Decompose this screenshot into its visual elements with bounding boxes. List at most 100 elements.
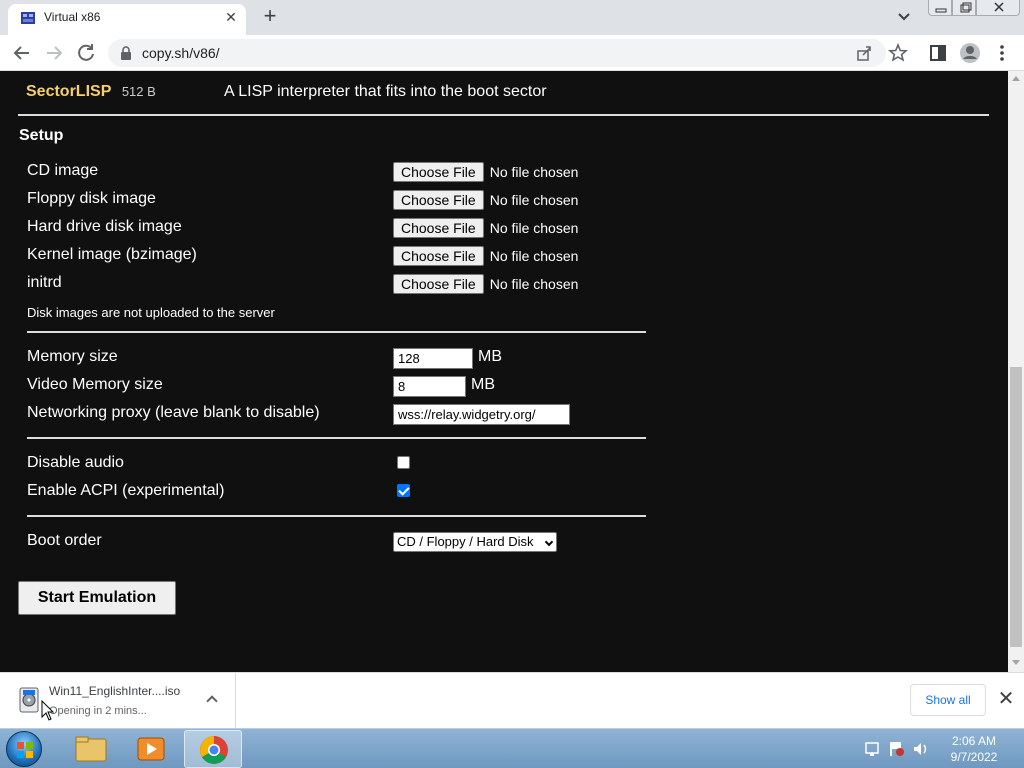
kernel-image-file-input[interactable]: Choose File No file chosen: [393, 246, 578, 266]
floppy-image-choose-button[interactable]: Choose File: [393, 190, 484, 210]
memory-size-input[interactable]: 128: [393, 348, 473, 369]
minimize-icon: [935, 8, 947, 13]
hard-drive-image-choose-button[interactable]: Choose File: [393, 218, 484, 238]
os-list-item-sectorlisp[interactable]: SectorLISP 512 B A LISP interpreter that…: [26, 83, 547, 101]
cd-image-label: CD image: [27, 162, 99, 179]
new-tab-button[interactable]: +: [258, 5, 282, 29]
boot-order-label: Boot order: [27, 532, 102, 549]
tab-title: Virtual x86: [44, 10, 101, 24]
window-restore-button[interactable]: [952, 0, 976, 16]
taskbar-media-player[interactable]: [122, 730, 180, 768]
scroll-thumb[interactable]: [1010, 367, 1022, 647]
divider: [27, 331, 646, 333]
lock-icon[interactable]: [120, 46, 132, 60]
tab-close-icon[interactable]: ✕: [222, 8, 240, 26]
enable-acpi-label: Enable ACPI (experimental): [27, 482, 225, 499]
upload-note: Disk images are not uploaded to the serv…: [27, 305, 275, 320]
setup-heading: Setup: [19, 127, 64, 144]
chevron-down-icon: [544, 537, 554, 547]
hard-drive-image-label: Hard drive disk image: [27, 218, 182, 235]
close-download-shelf-icon[interactable]: ✕: [996, 689, 1016, 709]
download-file-name: Win11_EnglishInter....iso: [49, 684, 181, 698]
scroll-up-arrow-icon[interactable]: [1012, 76, 1020, 81]
page-viewport: SectorLISP 512 B A LISP interpreter that…: [0, 71, 1008, 672]
windows-start-button[interactable]: [6, 731, 42, 767]
hard-drive-image-file-input[interactable]: Choose File No file chosen: [393, 218, 578, 238]
reload-icon[interactable]: [74, 41, 98, 65]
forward-arrow-icon[interactable]: [42, 41, 66, 65]
enable-acpi-checkbox[interactable]: [397, 484, 410, 497]
bookmark-star-icon[interactable]: [886, 41, 910, 65]
download-item[interactable]: Win11_EnglishInter....iso Opening in 2 m…: [0, 673, 236, 728]
window-close-button[interactable]: [976, 0, 1020, 16]
mouse-cursor-icon: [41, 700, 55, 721]
divider: [27, 437, 646, 439]
video-memory-label: Video Memory size: [27, 376, 163, 393]
restore-icon: [960, 2, 972, 13]
side-panel-icon[interactable]: [926, 41, 950, 65]
share-icon[interactable]: [856, 45, 872, 61]
flag-alert-icon: [890, 742, 904, 756]
chevron-up-icon[interactable]: [206, 695, 218, 707]
floppy-image-file-input[interactable]: Choose File No file chosen: [393, 190, 578, 210]
download-shelf: Win11_EnglishInter....iso Opening in 2 m…: [0, 672, 1024, 728]
os-name[interactable]: SectorLISP: [26, 83, 111, 100]
chrome-icon: [200, 736, 228, 764]
window-minimize-button[interactable]: [928, 0, 952, 16]
tab-strip: Virtual x86 ✕ +: [0, 0, 1024, 35]
initrd-file-input[interactable]: Choose File No file chosen: [393, 274, 578, 294]
boot-order-select[interactable]: CD / Floppy / Hard Disk: [393, 532, 557, 552]
floppy-image-status: No file chosen: [489, 192, 579, 208]
memory-size-unit: MB: [478, 348, 502, 365]
kernel-image-label: Kernel image (bzimage): [27, 246, 197, 263]
os-description: A LISP interpreter that fits into the bo…: [224, 83, 547, 100]
os-size: 512 B: [121, 84, 156, 99]
networking-proxy-label: Networking proxy (leave blank to disable…: [27, 404, 320, 421]
back-arrow-icon[interactable]: [10, 41, 34, 65]
windows-taskbar: 2:06 AM 9/7/2022: [0, 728, 1024, 768]
boot-order-value: CD / Floppy / Hard Disk: [397, 534, 534, 549]
clock-date: 9/7/2022: [950, 750, 998, 764]
cd-image-file-input[interactable]: Choose File No file chosen: [393, 162, 578, 182]
memory-size-label: Memory size: [27, 348, 118, 365]
media-player-icon: [137, 737, 165, 761]
taskbar-chrome[interactable]: [184, 730, 242, 768]
divider: [27, 515, 646, 517]
tray-icons: [865, 742, 927, 756]
initrd-label: initrd: [27, 274, 62, 291]
kernel-image-choose-button[interactable]: Choose File: [393, 246, 484, 266]
start-emulation-button[interactable]: Start Emulation: [18, 581, 176, 615]
hard-drive-image-status: No file chosen: [489, 220, 579, 236]
url-text[interactable]: copy.sh/v86/: [142, 45, 220, 61]
folder-icon: [75, 736, 107, 762]
disable-audio-checkbox[interactable]: [397, 456, 410, 469]
scroll-down-arrow-icon[interactable]: [1012, 660, 1020, 665]
initrd-choose-button[interactable]: Choose File: [393, 274, 484, 294]
network-icon: [865, 742, 879, 756]
tab-search-chevron-icon[interactable]: [894, 8, 914, 26]
page-scrollbar[interactable]: [1008, 71, 1024, 672]
show-all-downloads-button[interactable]: Show all: [910, 684, 986, 716]
browser-menu-icon[interactable]: [990, 41, 1014, 65]
profile-avatar-icon[interactable]: [958, 41, 982, 65]
address-bar[interactable]: copy.sh/v86/: [108, 39, 886, 67]
clock-time: 2:06 AM: [951, 734, 997, 748]
cd-image-status: No file chosen: [489, 164, 579, 180]
disable-audio-label: Disable audio: [27, 454, 124, 471]
kernel-image-status: No file chosen: [489, 248, 579, 264]
os-name-clipped: [26, 71, 30, 76]
taskbar-clock[interactable]: 2:06 AM 9/7/2022: [944, 733, 1004, 765]
floppy-image-label: Floppy disk image: [27, 190, 156, 207]
networking-proxy-input[interactable]: wss://relay.widgetry.org/: [393, 404, 570, 425]
taskbar-explorer[interactable]: [62, 730, 120, 768]
initrd-status: No file chosen: [489, 276, 579, 292]
iso-file-icon: [19, 687, 39, 713]
tab-virtual-x86[interactable]: Virtual x86 ✕: [8, 4, 246, 35]
cd-image-choose-button[interactable]: Choose File: [393, 162, 484, 182]
video-memory-input[interactable]: 8: [393, 376, 466, 397]
download-status: Opening in 2 mins...: [49, 705, 147, 717]
windows-logo-icon: [17, 742, 33, 758]
browser-toolbar: copy.sh/v86/: [0, 35, 1024, 71]
close-icon: [994, 2, 1004, 12]
volume-icon: [914, 743, 927, 755]
